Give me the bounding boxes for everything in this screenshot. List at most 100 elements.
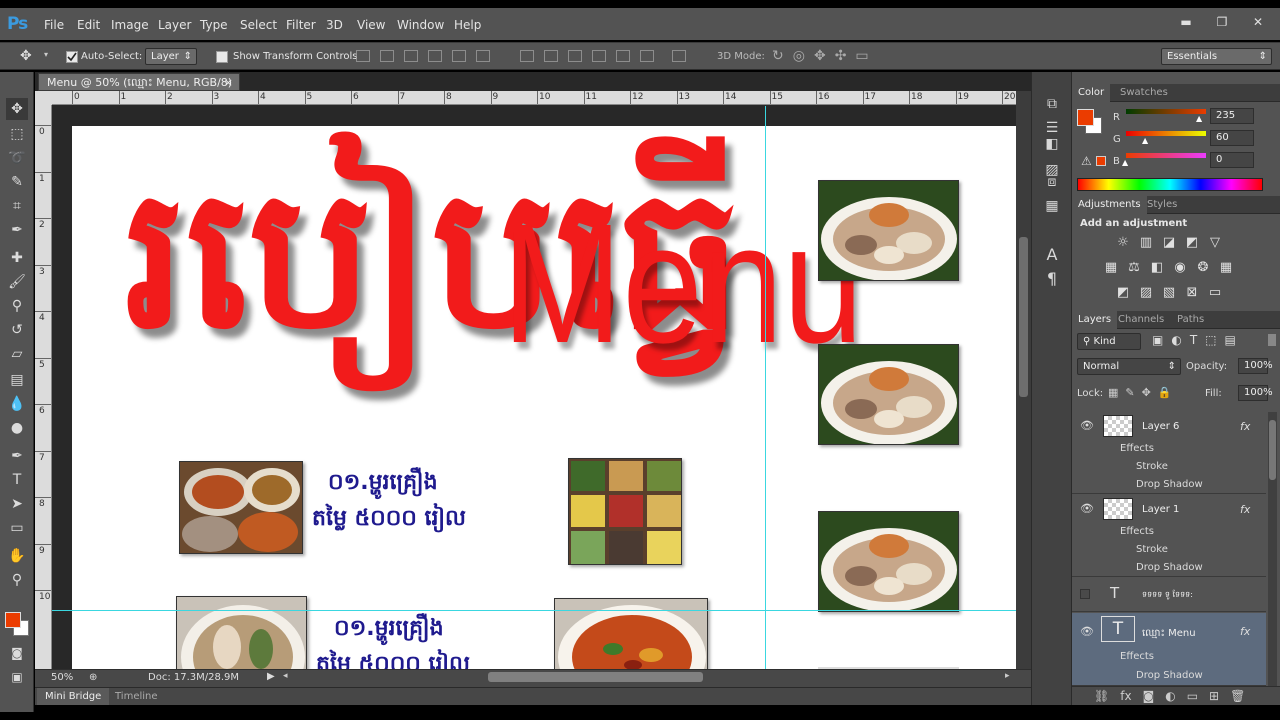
filter-adjustment-icon[interactable]: ◐ <box>1171 333 1181 347</box>
menu-layer[interactable]: Layer <box>158 18 191 32</box>
tab-layers[interactable]: Layers <box>1072 311 1118 329</box>
posterize-icon[interactable]: ▨ <box>1138 286 1154 300</box>
food-photo-right-2[interactable] <box>818 344 959 445</box>
auto-select-dropdown[interactable]: Layer ⇕ <box>145 48 197 65</box>
food-photo-collage[interactable] <box>568 458 682 565</box>
close-button[interactable]: ✕ <box>1246 14 1270 30</box>
align-left-icon[interactable] <box>428 50 442 62</box>
delete-layer-icon[interactable]: 🗑 <box>1230 689 1245 703</box>
filter-shape-icon[interactable]: ⬚ <box>1205 333 1216 347</box>
tab-paths[interactable]: Paths <box>1171 311 1210 329</box>
3d-slide-icon[interactable]: ✣ <box>835 48 847 64</box>
quick-mask-icon[interactable]: ◙ <box>6 642 28 664</box>
color-balance-icon[interactable]: ⚖ <box>1126 261 1142 275</box>
actions-panel-icon[interactable]: ◧ <box>1042 136 1062 154</box>
layer-row-text-hidden[interactable]: T ទទទទ ទូ ទែទទ: <box>1072 578 1266 612</box>
food-photo-item-1[interactable] <box>179 461 303 554</box>
dodge-tool-icon[interactable]: ● <box>6 417 28 439</box>
align-top-icon[interactable] <box>356 50 370 62</box>
quick-select-tool-icon[interactable]: ✎ <box>6 171 28 193</box>
filter-smart-object-icon[interactable]: ▤ <box>1225 333 1236 347</box>
r-slider-thumb[interactable]: ▲ <box>1196 114 1202 123</box>
menu-file[interactable]: File <box>44 18 64 32</box>
gradient-map-icon[interactable]: ▭ <box>1207 286 1223 300</box>
layer-name[interactable]: ទទទទ ទូ ទែទទ: <box>1142 589 1193 601</box>
vibrance-icon[interactable]: ▽ <box>1207 236 1223 250</box>
3d-rotate-icon[interactable]: ↻ <box>772 48 784 64</box>
distribute-top-icon[interactable] <box>520 50 534 62</box>
visibility-eye-icon[interactable]: 👁 <box>1080 419 1094 432</box>
align-bottom-icon[interactable] <box>404 50 418 62</box>
distribute-bottom-icon[interactable] <box>568 50 582 62</box>
lock-pixels-icon[interactable]: ✎ <box>1125 386 1134 399</box>
r-value-field[interactable]: 235 <box>1210 108 1254 124</box>
crop-tool-icon[interactable]: ⌗ <box>6 195 28 217</box>
levels-icon[interactable]: ▥ <box>1138 236 1154 250</box>
filter-toggle[interactable] <box>1268 334 1276 346</box>
menu-edit[interactable]: Edit <box>77 18 100 32</box>
canvas-viewport[interactable]: របៀបធ្វើ Menu ០១.ម្ហូរគ្រឿង តម្លៃ ៥០០០ រ… <box>52 106 1016 669</box>
layer-row-layer6[interactable]: 👁 Layer 6 fx Effects Stroke Drop Shadow <box>1072 412 1266 494</box>
color-sampler-icon[interactable] <box>1042 174 1062 192</box>
hand-tool-icon[interactable]: ✋ <box>6 545 28 567</box>
horizontal-scroll-thumb[interactable] <box>488 672 703 682</box>
zoom-level[interactable]: 50% <box>51 672 73 683</box>
menu-image[interactable]: Image <box>111 18 149 32</box>
clone-stamp-tool-icon[interactable]: ⚲ <box>6 295 28 317</box>
history-panel-icon[interactable]: ⧉ <box>1042 96 1062 114</box>
navigator-panel-icon[interactable]: ▦ <box>1042 198 1062 216</box>
filter-type-icon[interactable]: T <box>1190 333 1197 347</box>
eyedropper-tool-icon[interactable]: ✒ <box>6 219 28 241</box>
menu-view[interactable]: View <box>357 18 385 32</box>
3d-scale-icon[interactable]: ▭ <box>855 48 868 64</box>
horizontal-guide[interactable] <box>52 610 1016 611</box>
scroll-right-icon[interactable]: ▸ <box>1005 671 1010 681</box>
effect-stroke[interactable]: Stroke <box>1136 544 1168 555</box>
new-adjustment-icon[interactable]: ◐ <box>1165 689 1175 703</box>
ruler-origin[interactable] <box>35 91 52 105</box>
tab-color[interactable]: Color <box>1072 84 1111 102</box>
history-brush-tool-icon[interactable]: ↺ <box>6 319 28 341</box>
visibility-eye-icon[interactable]: 👁 <box>1080 625 1094 638</box>
food-photo-right-3[interactable] <box>818 511 959 612</box>
black-white-icon[interactable]: ◧ <box>1149 261 1165 275</box>
lasso-tool-icon[interactable]: ➰ <box>6 147 28 169</box>
artboard[interactable]: របៀបធ្វើ Menu ០១.ម្ហូរគ្រឿង តម្លៃ ៥០០០ រ… <box>72 126 1016 669</box>
brush-tool-icon[interactable]: 🖌 <box>6 271 28 293</box>
color-foreground-swatch[interactable] <box>1077 109 1094 126</box>
exposure-icon[interactable]: ◩ <box>1184 236 1200 250</box>
vertical-ruler[interactable]: 0 1 2 3 4 5 6 7 8 9 10 <box>35 105 52 669</box>
hue-saturation-icon[interactable]: ▦ <box>1103 261 1119 275</box>
r-slider[interactable] <box>1126 109 1206 114</box>
tab-styles[interactable]: Styles <box>1141 196 1183 214</box>
food-photo-item-3[interactable] <box>554 598 708 669</box>
blend-mode-dropdown[interactable]: Normal ⇕ <box>1077 358 1181 375</box>
new-layer-icon[interactable]: ⊞ <box>1209 689 1219 703</box>
add-style-icon[interactable]: fx <box>1120 689 1131 703</box>
auto-align-icon[interactable] <box>672 50 686 62</box>
workspace-dropdown[interactable]: Essentials ⇕ <box>1161 48 1272 65</box>
g-value-field[interactable]: 60 <box>1210 130 1254 146</box>
scroll-left-icon[interactable]: ◂ <box>283 671 288 681</box>
layer-name[interactable]: Layer 6 <box>1142 421 1179 432</box>
fx-icon[interactable]: fx <box>1240 625 1250 638</box>
align-vcenter-icon[interactable] <box>380 50 394 62</box>
lock-position-icon[interactable]: ✥ <box>1142 386 1151 399</box>
menu-3d[interactable]: 3D <box>326 18 343 32</box>
show-transform-checkbox[interactable] <box>216 51 228 63</box>
auto-select-checkbox[interactable] <box>66 51 78 63</box>
gamut-swatch[interactable] <box>1096 156 1106 166</box>
menu-type[interactable]: Type <box>200 18 228 32</box>
title-menu-text[interactable]: Menu <box>502 194 863 374</box>
b-slider-thumb[interactable]: ▲ <box>1122 158 1128 167</box>
distribute-vcenter-icon[interactable] <box>544 50 558 62</box>
3d-drag-icon[interactable]: ✥ <box>814 48 826 64</box>
3d-roll-icon[interactable]: ◎ <box>793 48 805 64</box>
align-hcenter-icon[interactable] <box>452 50 466 62</box>
distribute-right-icon[interactable] <box>640 50 654 62</box>
paragraph-panel-icon[interactable]: ¶ <box>1042 269 1062 288</box>
marquee-tool-icon[interactable]: ⬚ <box>6 123 28 145</box>
threshold-icon[interactable]: ▧ <box>1161 286 1177 300</box>
fx-icon[interactable]: fx <box>1240 420 1250 433</box>
channel-mixer-icon[interactable]: ❂ <box>1195 261 1211 275</box>
